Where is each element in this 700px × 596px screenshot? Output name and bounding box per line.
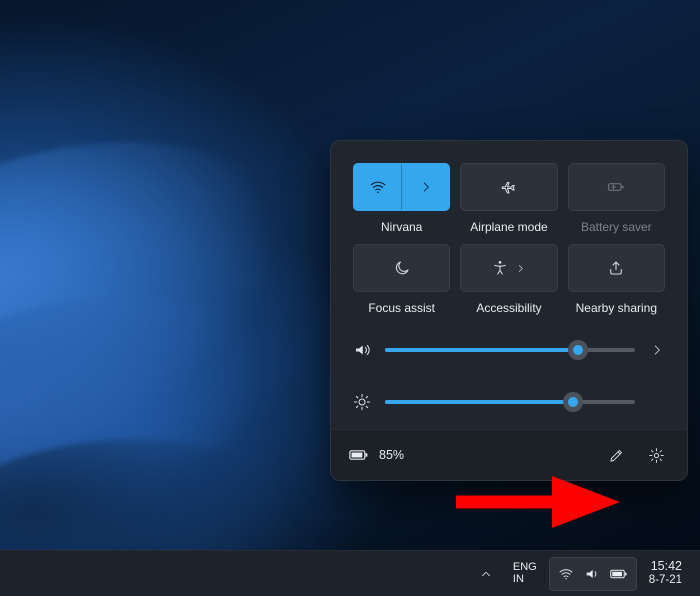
quick-settings-footer: 85% (331, 429, 687, 480)
edit-quick-settings-button[interactable] (601, 440, 631, 470)
nearby-share-icon (607, 259, 625, 277)
airplane-mode-tile-label: Airplane mode (470, 220, 547, 234)
pencil-icon (608, 447, 625, 464)
accessibility-tile-label: Accessibility (476, 301, 541, 315)
annotation-arrow (452, 472, 622, 532)
gear-icon (648, 447, 665, 464)
brightness-icon (353, 393, 371, 411)
accessibility-tile[interactable] (460, 244, 557, 292)
brightness-row (353, 393, 665, 411)
quick-settings-tiles: Nirvana Airplane mode Battery saver (331, 141, 687, 321)
wifi-tile-label: Nirvana (381, 220, 422, 234)
battery-icon (610, 568, 628, 580)
nearby-sharing-tile-label: Nearby sharing (576, 301, 657, 315)
wifi-expand[interactable] (401, 164, 449, 210)
taskbar-time: 15:42 (651, 560, 682, 574)
chevron-up-icon (479, 567, 493, 581)
clock[interactable]: 15:42 8-7-21 (641, 557, 690, 591)
wifi-toggle[interactable] (354, 164, 401, 210)
taskbar-date: 8-7-21 (649, 574, 682, 587)
brightness-slider[interactable] (385, 400, 635, 404)
nearby-sharing-tile[interactable] (568, 244, 665, 292)
wifi-icon (369, 178, 387, 196)
chevron-right-icon (515, 263, 526, 274)
language-line-1: ENG (513, 562, 537, 574)
wifi-tile[interactable] (353, 163, 450, 211)
quick-settings-sliders (331, 321, 687, 429)
volume-row (353, 341, 665, 359)
chevron-right-icon (419, 180, 433, 194)
moon-icon (393, 259, 411, 277)
volume-icon (353, 341, 371, 359)
language-line-2: IN (513, 574, 524, 586)
accessibility-icon (491, 259, 509, 277)
battery-saver-tile (568, 163, 665, 211)
battery-saver-icon (606, 177, 626, 197)
taskbar: ENG IN 15:42 8-7-21 (0, 550, 700, 596)
airplane-icon (500, 178, 518, 196)
volume-slider[interactable] (385, 348, 635, 352)
focus-assist-tile-label: Focus assist (368, 301, 435, 315)
quick-settings-panel: Nirvana Airplane mode Battery saver (330, 140, 688, 481)
battery-status-icon (349, 448, 369, 462)
volume-icon (584, 566, 600, 582)
battery-percent-text: 85% (379, 448, 404, 462)
chevron-right-icon (650, 343, 664, 357)
system-tray-network-volume-battery[interactable] (549, 557, 637, 591)
language-switcher[interactable]: ENG IN (505, 557, 545, 591)
wifi-icon (558, 566, 574, 582)
volume-more-button[interactable] (649, 343, 665, 357)
airplane-mode-tile[interactable] (460, 163, 557, 211)
focus-assist-tile[interactable] (353, 244, 450, 292)
open-settings-button[interactable] (641, 440, 671, 470)
tray-overflow-button[interactable] (471, 557, 501, 591)
battery-saver-tile-label: Battery saver (581, 220, 652, 234)
